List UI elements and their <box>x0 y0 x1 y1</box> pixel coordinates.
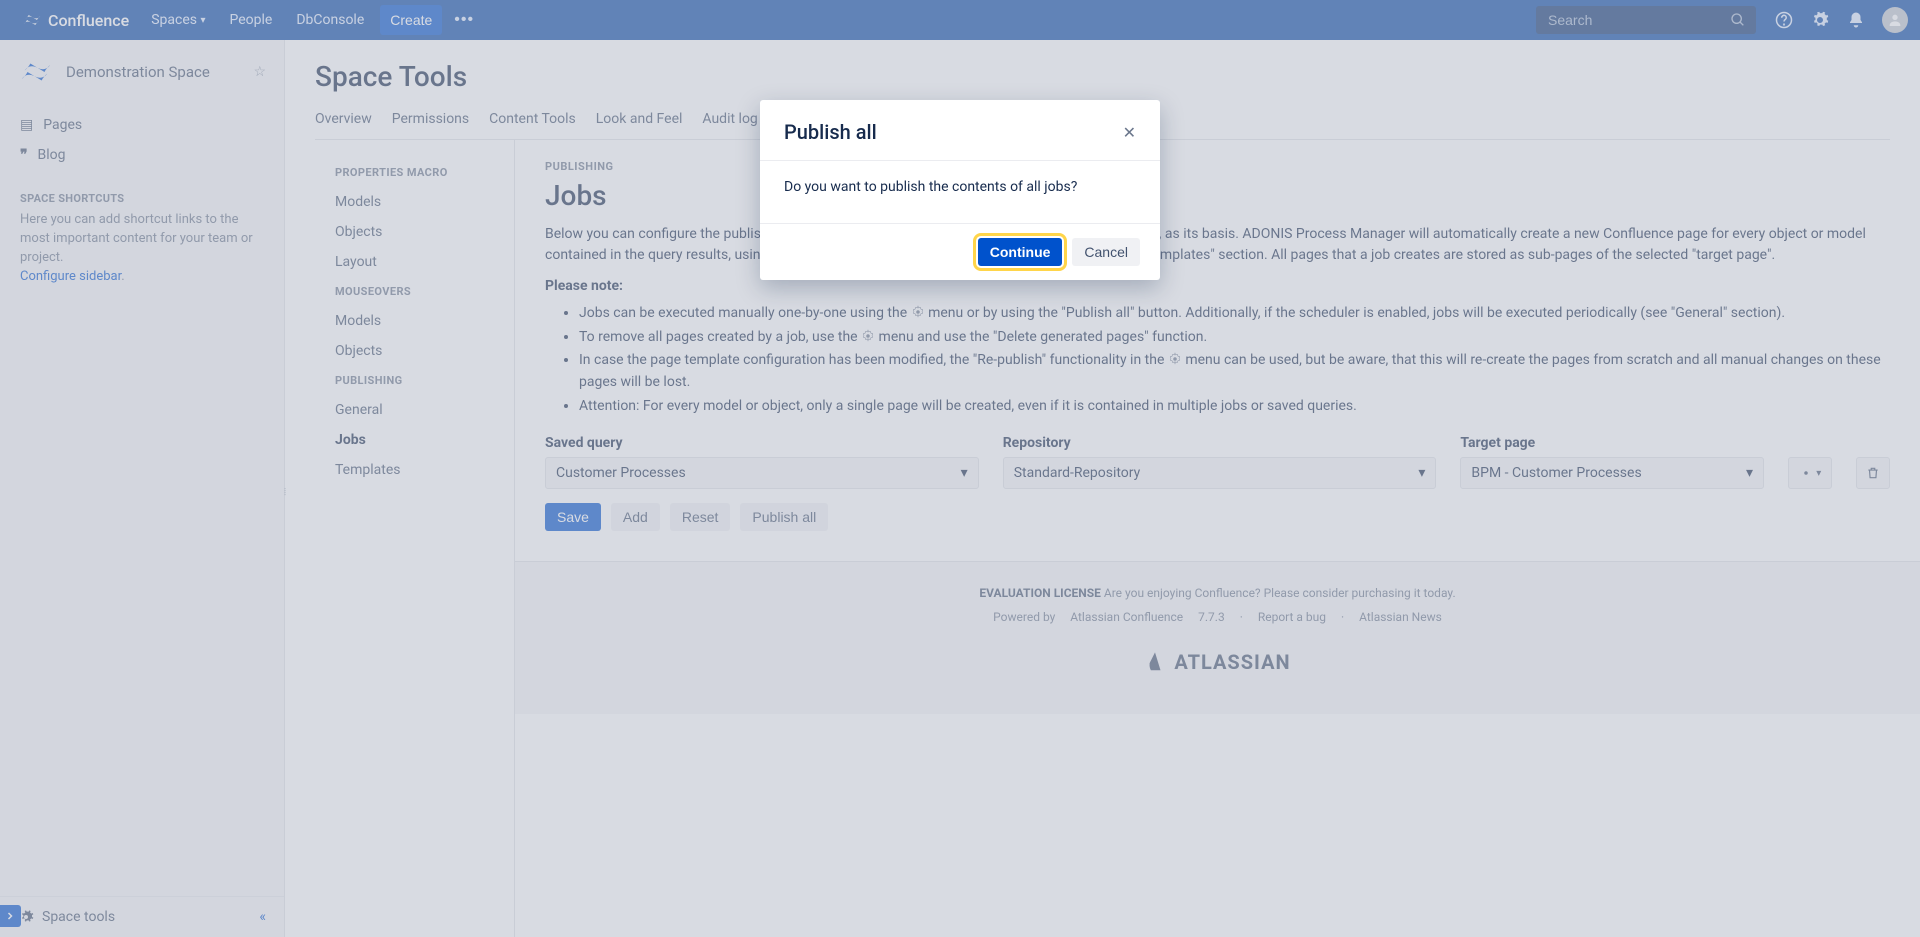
continue-button[interactable]: Continue <box>978 238 1063 266</box>
dialog-title: Publish all <box>784 120 877 144</box>
cancel-button[interactable]: Cancel <box>1072 238 1140 266</box>
publish-all-dialog: Publish all ✕ Do you want to publish the… <box>760 100 1160 280</box>
close-icon[interactable]: ✕ <box>1123 123 1136 142</box>
dialog-body: Do you want to publish the contents of a… <box>760 161 1160 223</box>
